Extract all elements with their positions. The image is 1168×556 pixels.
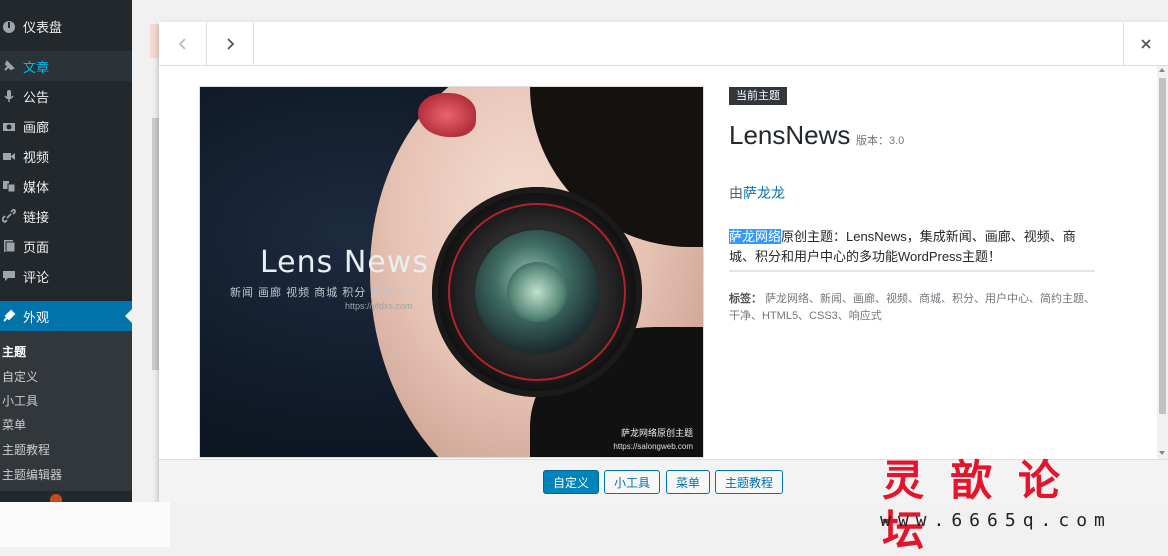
- media-icon: [3, 181, 16, 193]
- close-icon: [1141, 38, 1151, 49]
- previous-theme-button[interactable]: [159, 22, 207, 65]
- sidebar-item-label: 媒体: [23, 179, 50, 195]
- sidebar-item-links[interactable]: 链接: [0, 201, 132, 231]
- widgets-button[interactable]: 小工具: [604, 470, 661, 494]
- tags-label: 标签：: [729, 293, 762, 305]
- chevron-right-icon: [226, 37, 234, 50]
- theme-screenshot: Lens News 新闻 画廊 视频 商城 积分 用户中心 https://yf…: [199, 86, 704, 458]
- theme-description: 萨龙网络原创主题：LensNews，集成新闻、画廊、视频、商城、积分和用户中心的…: [729, 227, 1095, 267]
- submenu-item-themes[interactable]: 主题: [2, 343, 26, 360]
- sidebar-item-comments[interactable]: 评论: [0, 261, 132, 291]
- admin-sidebar: 仪表盘 文章 公告 画廊 视频 媒体 链接 页面 评论 外观 主题 自定义 小工…: [0, 0, 132, 502]
- sidebar-item-label: 画廊: [23, 119, 50, 135]
- divider: [729, 270, 1095, 272]
- watermark-title: 灵歆论坛: [882, 456, 1087, 555]
- link-icon: [2, 209, 16, 223]
- pin-icon: [4, 60, 15, 71]
- sidebar-item-label: 文章: [23, 59, 50, 75]
- modal-scrollbar[interactable]: [1157, 66, 1168, 459]
- theme-tags: 标签： 萨龙网络、新闻、画廊、视频、商城、积分、用户中心、简约主题、干净、HTM…: [729, 291, 1099, 325]
- theme-name: LensNews: [729, 120, 851, 150]
- theme-tutorial-button[interactable]: 主题教程: [715, 470, 784, 494]
- submenu-item-theme-editor[interactable]: 主题编辑器: [2, 466, 62, 483]
- screenshot-tagline: 新闻 画廊 视频 商城 积分 用户中心: [230, 287, 419, 299]
- theme-details-modal: Lens News 新闻 画廊 视频 商城 积分 用户中心 https://yf…: [159, 22, 1168, 508]
- sidebar-item-label: 评论: [23, 269, 50, 285]
- sidebar-item-label: 链接: [23, 209, 50, 225]
- submenu-item-widgets[interactable]: 小工具: [2, 392, 38, 409]
- scroll-thumb[interactable]: [1159, 78, 1166, 414]
- modal-header: [159, 22, 1168, 66]
- author-prefix: 由: [729, 185, 743, 201]
- screenshot-url: https://yfdxs.com: [345, 301, 413, 311]
- sidebar-item-label: 外观: [23, 309, 50, 325]
- sidebar-item-gallery[interactable]: 画廊: [0, 111, 132, 141]
- camera-icon: [3, 123, 15, 131]
- submenu-item-customize[interactable]: 自定义: [2, 368, 38, 385]
- submenu-item-theme-tutorial[interactable]: 主题教程: [2, 441, 50, 458]
- screenshot-brand: Lens News: [260, 245, 429, 280]
- scroll-up-arrow[interactable]: [1159, 68, 1165, 72]
- comment-icon: [3, 271, 15, 281]
- sidebar-item-media[interactable]: 媒体: [0, 171, 132, 201]
- page-icon: [4, 240, 16, 253]
- sidebar-item-label: 仪表盘: [23, 19, 63, 35]
- dashboard-icon: [3, 21, 15, 33]
- current-theme-badge: 当前主题: [729, 87, 787, 105]
- sidebar-item-posts[interactable]: 文章: [0, 51, 132, 81]
- sidebar-item-label: 公告: [23, 89, 50, 105]
- customize-button[interactable]: 自定义: [543, 470, 600, 494]
- sidebar-item-dashboard[interactable]: 仪表盘: [0, 11, 132, 41]
- microphone-icon: [4, 90, 14, 102]
- next-theme-button[interactable]: [206, 22, 254, 65]
- scroll-down-arrow[interactable]: [1159, 451, 1165, 455]
- theme-version: 版本：3.0: [856, 135, 905, 147]
- background-notice: [150, 24, 159, 58]
- screenshot-lens-glass-inner: [507, 262, 567, 322]
- description-text: 原创主题：LensNews，集成新闻、画廊、视频、商城、积分和用户中心的多功能W…: [729, 229, 1076, 264]
- sidebar-item-label: 视频: [23, 149, 50, 165]
- sidebar-item-video[interactable]: 视频: [0, 141, 132, 171]
- sidebar-item-appearance[interactable]: 外观: [0, 301, 132, 331]
- close-modal-button[interactable]: [1123, 22, 1168, 65]
- author-link[interactable]: 萨龙龙: [743, 185, 785, 201]
- brush-icon: [3, 309, 16, 322]
- screenshot-signature: 萨龙网络原创主题: [620, 428, 693, 438]
- cut-off-content: [0, 540, 440, 547]
- sidebar-item-label: 页面: [23, 239, 50, 255]
- tags-list: 萨龙网络、新闻、画廊、视频、商城、积分、用户中心、简约主题、干净、HTML5、C…: [729, 293, 1096, 322]
- submenu-item-menus[interactable]: 菜单: [2, 416, 26, 433]
- sidebar-item-partial: [0, 491, 132, 502]
- watermark-url: www.6665q.com: [880, 510, 1112, 531]
- update-badge: [50, 494, 62, 502]
- menus-button[interactable]: 菜单: [666, 470, 711, 494]
- screenshot-signature-url: https://salongweb.com: [613, 442, 693, 451]
- video-icon: [3, 153, 15, 160]
- theme-author: 由萨龙龙: [729, 183, 785, 203]
- selected-text: 萨龙网络: [729, 229, 782, 244]
- sidebar-item-pages[interactable]: 页面: [0, 231, 132, 261]
- sidebar-item-announcements[interactable]: 公告: [0, 81, 132, 111]
- chevron-left-icon: [178, 37, 186, 50]
- background-theme-card: [152, 118, 159, 370]
- modal-body: Lens News 新闻 画廊 视频 商城 积分 用户中心 https://yf…: [159, 66, 1168, 459]
